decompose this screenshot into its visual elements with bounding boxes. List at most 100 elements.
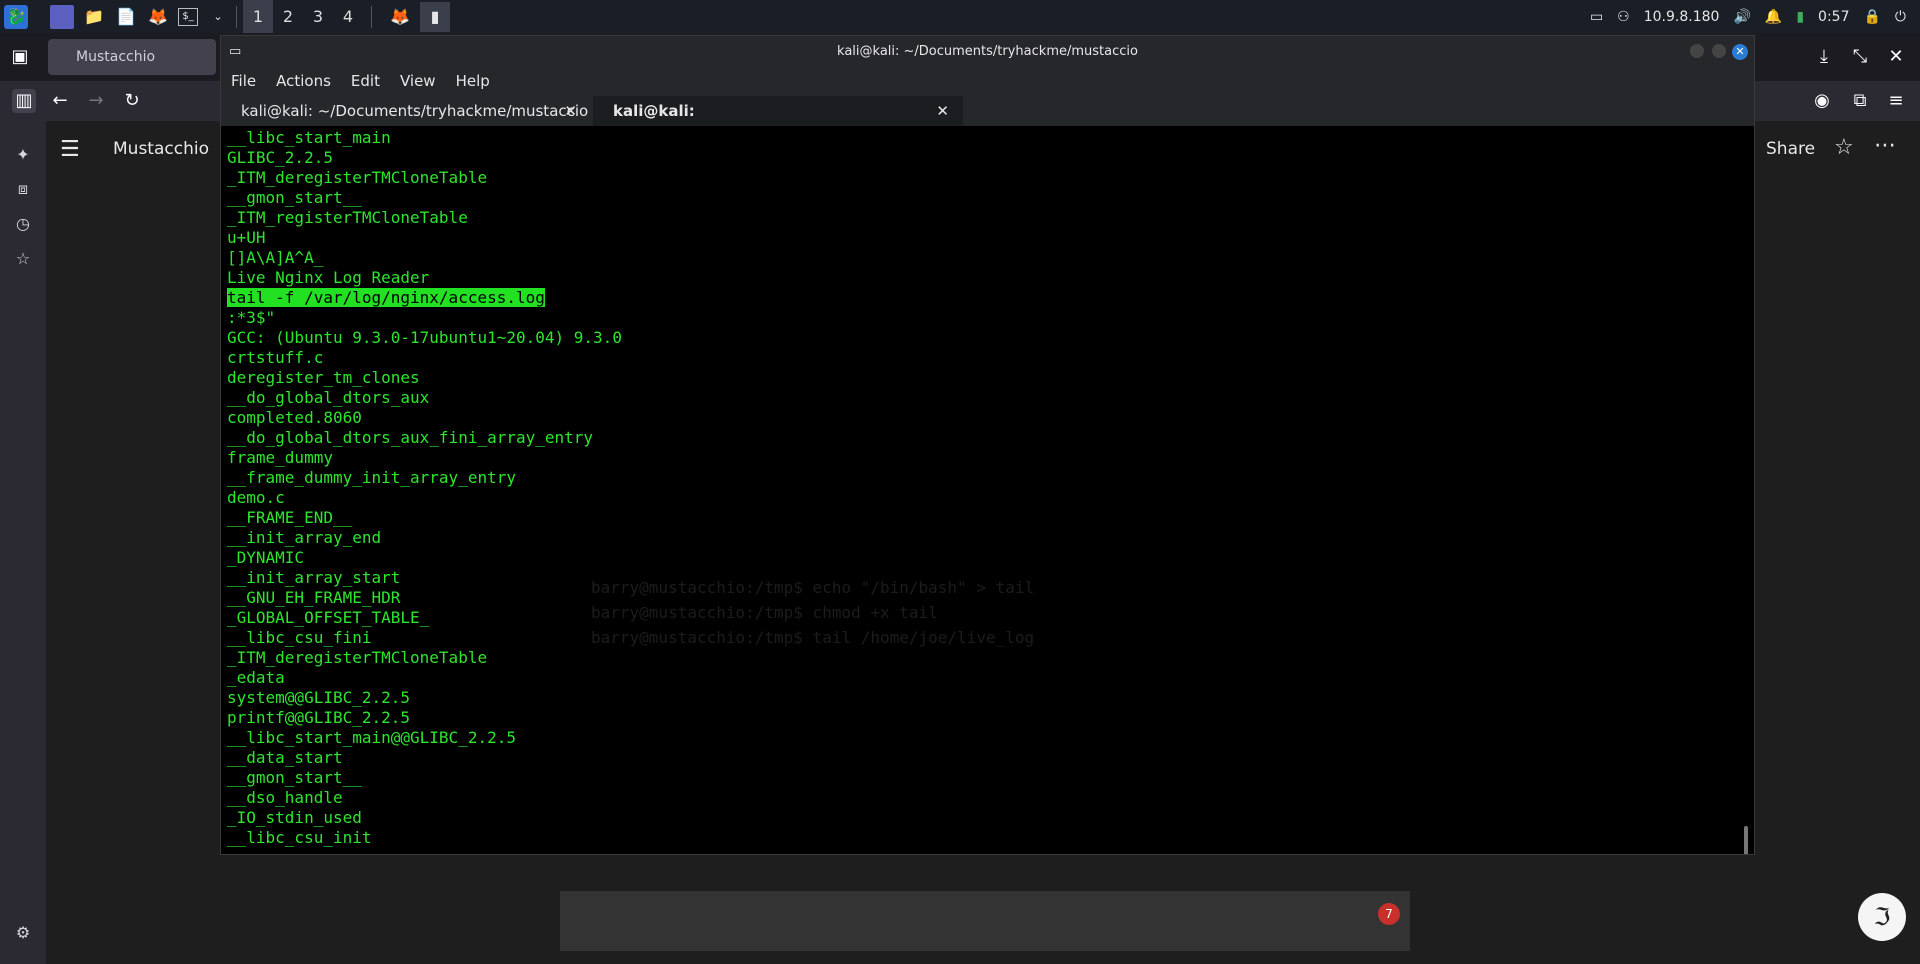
- content-card: 7: [560, 891, 1410, 951]
- vpn-icon[interactable]: ⚇: [1617, 9, 1630, 25]
- terminal-line: GLIBC_2.2.5: [227, 148, 333, 167]
- terminal-line: tail -f /var/log/nginx/access.log: [227, 288, 545, 307]
- terminal-tab-bar: kali@kali: ~/Documents/tryhackme/mustacc…: [221, 94, 1754, 150]
- firefox-window-icon[interactable]: 🦊: [388, 5, 412, 29]
- file-manager-icon[interactable]: 📁: [82, 5, 106, 29]
- bookmarks-icon[interactable]: ☆: [12, 249, 34, 271]
- terminal-line: u+UH: [227, 228, 266, 247]
- download-icon[interactable]: ⤓: [1812, 45, 1836, 69]
- close-tab-icon[interactable]: ✕: [564, 96, 577, 126]
- sidebar-toggle-icon[interactable]: ▥: [12, 89, 36, 113]
- desktop-icon[interactable]: [50, 4, 74, 29]
- share-button[interactable]: Share: [1766, 139, 1815, 159]
- terminal-line: printf@@GLIBC_2.2.5: [227, 708, 411, 727]
- terminal-line: _DYNAMIC: [227, 548, 305, 567]
- menu-actions[interactable]: Actions: [266, 68, 341, 94]
- menu-help[interactable]: Help: [446, 68, 500, 94]
- terminal-line: :*3$": [227, 308, 276, 327]
- system-tray: ▭ ⚇ 10.9.8.180 🔊 🔔 ▮ 0:57 🔒 ⏻: [1590, 0, 1920, 33]
- terminal-line: __FRAME_END__: [227, 508, 353, 527]
- screen-icon[interactable]: ▭: [1590, 9, 1603, 25]
- close-button[interactable]: ✕: [1732, 44, 1748, 60]
- terminal-line: completed.8060: [227, 408, 362, 427]
- terminal-line: Live Nginx Log Reader: [227, 268, 430, 287]
- kali-menu-icon[interactable]: 🐉: [4, 4, 28, 29]
- tab-label: Mustacchio: [76, 49, 156, 65]
- minimize-button[interactable]: [1690, 44, 1704, 58]
- menu-icon[interactable]: ≡: [1884, 89, 1908, 113]
- terminal-line: _edata: [227, 668, 285, 687]
- terminal-line: _ITM_registerTMCloneTable: [227, 208, 468, 227]
- account-icon[interactable]: ◉: [1810, 89, 1834, 113]
- page-title: Mustacchio: [113, 139, 209, 159]
- workspace-2[interactable]: 2: [273, 7, 303, 26]
- volume-icon[interactable]: 🔊: [1733, 9, 1750, 25]
- firefox-icon[interactable]: 🦊: [146, 5, 170, 29]
- ai-chat-icon[interactable]: ✦: [12, 145, 34, 167]
- workspace-3[interactable]: 3: [303, 7, 333, 26]
- terminal-output[interactable]: barry@mustacchio:/tmp$ echo "/bin/bash" …: [221, 126, 1754, 854]
- assistant-fab-icon[interactable]: ℑ: [1858, 893, 1906, 941]
- maximize-button[interactable]: [1712, 44, 1726, 58]
- terminal-line: __init_array_end: [227, 528, 382, 547]
- text-editor-icon[interactable]: 📄: [114, 5, 138, 29]
- hamburger-icon[interactable]: ☰: [60, 137, 80, 162]
- terminal-line: _ITM_deregisterTMCloneTable: [227, 168, 488, 187]
- terminal-line: []A\A]A^A_: [227, 248, 324, 267]
- terminal-app-icon: ▭: [229, 44, 242, 59]
- terminal-line: system@@GLIBC_2.2.5: [227, 688, 411, 707]
- terminal-titlebar: ▭ kali@kali: ~/Documents/tryhackme/musta…: [221, 36, 1754, 68]
- workspace-4[interactable]: 4: [333, 7, 363, 26]
- terminal-tab-2[interactable]: kali@kali: ~/Documents/tryhackme/mustacc…: [593, 96, 963, 150]
- close-icon[interactable]: ✕: [1884, 45, 1908, 69]
- menu-edit[interactable]: Edit: [341, 68, 390, 94]
- terminal-line: __libc_start_main: [227, 128, 391, 147]
- settings-icon[interactable]: ⚙: [12, 923, 34, 945]
- chevron-down-icon[interactable]: ⌄: [206, 5, 230, 29]
- history-icon[interactable]: ◷: [12, 214, 34, 236]
- extensions-icon[interactable]: ⧉: [1848, 89, 1872, 113]
- terminal-line: _IO_stdin_used: [227, 808, 362, 827]
- terminal-line: __GNU_EH_FRAME_HDR: [227, 588, 401, 607]
- ghost-line: barry@mustacchio:/tmp$ echo "/bin/bash" …: [591, 578, 1035, 597]
- battery-icon[interactable]: ▮: [1796, 9, 1804, 25]
- browser-sidebar: ✦ ⧈ ◷ ☆ ⚙: [0, 121, 46, 964]
- terminal-line: GCC: (Ubuntu 9.3.0-17ubuntu1~20.04) 9.3.…: [227, 328, 622, 347]
- reload-icon[interactable]: ↻: [120, 89, 144, 113]
- minimize-icon[interactable]: ⤡: [1848, 45, 1872, 69]
- browser-tab[interactable]: Mustacchio: [48, 39, 216, 75]
- terminal-scrollbar[interactable]: [1744, 826, 1748, 854]
- terminal-line: __libc_csu_fini: [227, 628, 372, 647]
- terminal-line: _ITM_deregisterTMCloneTable: [227, 648, 488, 667]
- menu-view[interactable]: View: [390, 68, 446, 94]
- lock-icon[interactable]: 🔒: [1863, 9, 1880, 25]
- terminal-line: deregister_tm_clones: [227, 368, 420, 387]
- terminal-window-icon[interactable]: ▮: [420, 1, 450, 32]
- synced-tabs-icon[interactable]: ⧈: [12, 179, 34, 201]
- more-options-icon[interactable]: ⋯: [1874, 133, 1896, 158]
- notifications-icon[interactable]: 🔔: [1765, 9, 1782, 25]
- power-icon[interactable]: ⏻: [1895, 9, 1906, 25]
- terminal-tab-label: kali@kali: ~/Documents/tryhackme/mustacc…: [241, 102, 589, 120]
- terminal-line: __frame_dummy_init_array_entry: [227, 468, 516, 487]
- star-icon[interactable]: ☆: [1834, 135, 1854, 160]
- forward-icon[interactable]: →: [84, 89, 108, 113]
- menu-file[interactable]: File: [221, 68, 266, 94]
- terminal-line: __init_array_start: [227, 568, 401, 587]
- clock[interactable]: 0:57: [1818, 9, 1849, 25]
- back-icon[interactable]: ←: [48, 89, 72, 113]
- workspace-1[interactable]: 1: [243, 0, 273, 33]
- terminal-line: __data_start: [227, 748, 343, 767]
- terminal-window: ▭ kali@kali: ~/Documents/tryhackme/musta…: [220, 35, 1755, 855]
- terminal-line: __libc_start_main@@GLIBC_2.2.5: [227, 728, 516, 747]
- notification-badge[interactable]: 7: [1378, 903, 1400, 925]
- terminal-line: crtstuff.c: [227, 348, 324, 367]
- tab-overview-icon[interactable]: ▣: [8, 45, 32, 69]
- taskbar-divider: [371, 5, 372, 28]
- terminal-line: __do_global_dtors_aux_fini_array_entry: [227, 428, 594, 447]
- terminal-line: demo.c: [227, 488, 285, 507]
- close-tab-icon[interactable]: ✕: [936, 96, 949, 126]
- terminal-launcher-icon[interactable]: $_: [178, 7, 198, 26]
- terminal-tab-1[interactable]: kali@kali: ~/Documents/tryhackme/mustacc…: [221, 96, 591, 126]
- ghost-line: barry@mustacchio:/tmp$ chmod +x tail: [591, 603, 938, 622]
